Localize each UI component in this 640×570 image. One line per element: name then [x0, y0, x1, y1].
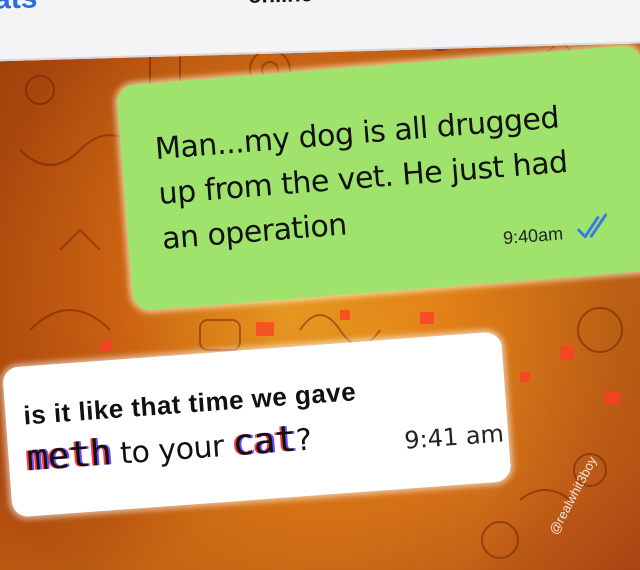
- outgoing-message-bubble[interactable]: Man...my dog is all drugged up from the …: [116, 44, 640, 312]
- incoming-message-word-cat: cat: [231, 418, 298, 465]
- incoming-message-punctuation: ?: [294, 422, 313, 459]
- incoming-message-time: 9:41 am: [403, 419, 505, 455]
- incoming-message-word-to-your: to your: [110, 428, 234, 473]
- back-chats-link[interactable]: ats: [0, 0, 38, 17]
- incoming-message-word-meth: meth: [25, 432, 113, 480]
- outgoing-message-time: 9:40am: [502, 223, 564, 249]
- double-check-icon: [577, 213, 608, 239]
